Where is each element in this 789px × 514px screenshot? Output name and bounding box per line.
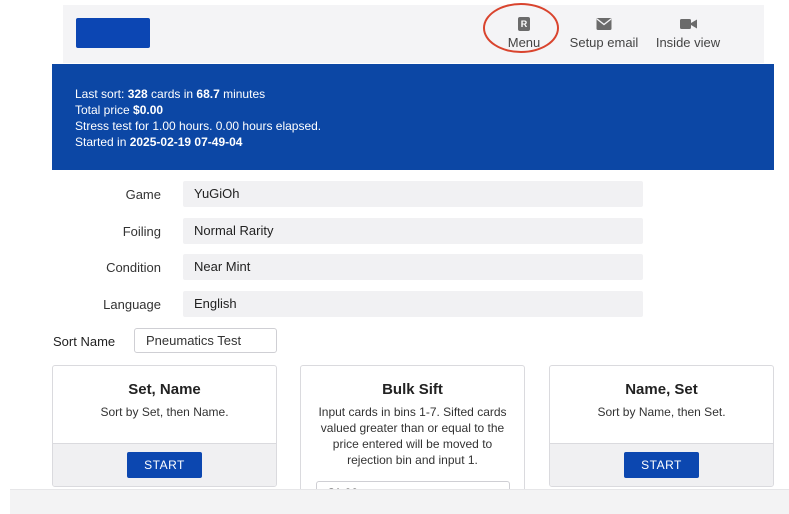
condition-label: Condition [106, 260, 161, 275]
top-header: R Menu Setup email Inside view [63, 3, 764, 63]
video-camera-icon [679, 19, 697, 29]
stress-test-line: Stress test for 1.00 hours. 0.00 hours e… [75, 119, 322, 133]
card-title: Set, Name [128, 381, 201, 398]
last-sort-line: Last sort: 328 cards in 68.7 minutes [75, 86, 774, 102]
game-select[interactable]: YuGiOh [183, 181, 643, 207]
envelope-icon [596, 18, 612, 30]
menu-button[interactable]: R Menu [500, 17, 548, 50]
last-sort-minutes: 68.7 [196, 87, 220, 101]
card-set-name: Set, Name Sort by Set, then Name. START [52, 365, 277, 487]
form-row-game: Game YuGiOh [0, 181, 789, 207]
status-panel: Last sort: 328 cards in 68.7 minutes Tot… [52, 64, 774, 170]
game-label: Game [125, 187, 161, 202]
form-row-condition: Condition Near Mint [0, 254, 789, 280]
form-row-foiling: Foiling Normal Rarity [0, 218, 789, 244]
started-prefix: Started in [75, 135, 130, 149]
sort-name-input[interactable]: Pneumatics Test [134, 328, 277, 353]
setup-email-button[interactable]: Setup email [568, 17, 640, 50]
started-line: Started in 2025-02-19 07-49-04 [75, 134, 774, 150]
language-select[interactable]: English [183, 291, 643, 317]
bottom-bar [10, 489, 789, 514]
form-row-language: Language English [0, 291, 789, 317]
card-name-set: Name, Set Sort by Name, then Set. START [549, 365, 774, 487]
total-price-line: Total price $0.00 [75, 102, 774, 118]
menu-label: Menu [507, 35, 541, 50]
start-set-name-button[interactable]: START [127, 452, 202, 478]
condition-select[interactable]: Near Mint [183, 254, 643, 280]
total-price-value: $0.00 [133, 103, 164, 117]
started-at-value: 2025-02-19 07-49-04 [129, 135, 243, 149]
card-description: Sort by Set, then Name. [100, 405, 229, 419]
card-footer: START [550, 443, 773, 486]
card-title: Bulk Sift [382, 381, 443, 398]
last-sort-prefix: Last sort: [75, 87, 128, 101]
inside-view-label: Inside view [655, 35, 721, 50]
language-label: Language [103, 297, 161, 312]
menu-icon: R [518, 17, 530, 31]
start-name-set-button[interactable]: START [624, 452, 699, 478]
total-price-prefix: Total price [75, 103, 134, 117]
last-sort-cards: 328 [127, 87, 148, 101]
cards-in-text: cards in [147, 87, 197, 101]
card-description: Sort by Name, then Set. [597, 405, 726, 419]
sort-name-label: Sort Name [53, 334, 116, 349]
setup-email-label: Setup email [569, 35, 639, 50]
foiling-select[interactable]: Normal Rarity [183, 218, 643, 244]
foiling-label: Foiling [122, 224, 161, 239]
card-footer: START [53, 443, 276, 486]
brand-logo[interactable] [76, 18, 150, 48]
inside-view-button[interactable]: Inside view [655, 17, 721, 50]
card-title: Name, Set [625, 381, 698, 398]
card-description: Input cards in bins 1-7. Sifted cards va… [318, 405, 507, 467]
minutes-suffix: minutes [219, 87, 266, 101]
page: R Menu Setup email Inside view Last sort… [0, 0, 789, 514]
